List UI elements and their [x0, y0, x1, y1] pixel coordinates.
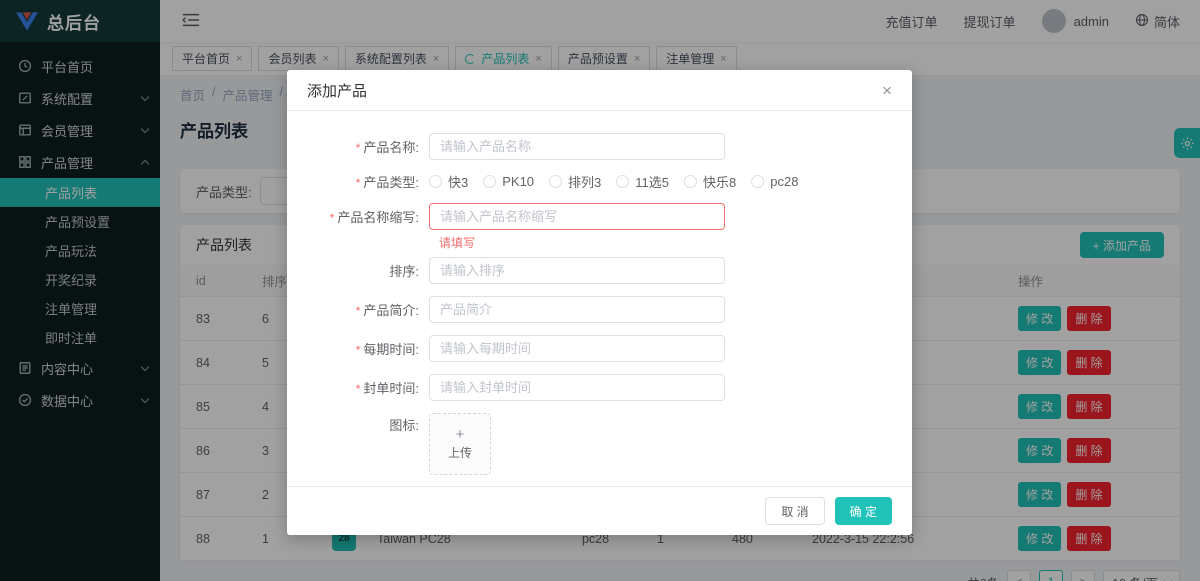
form-row-product-type: *产品类型: 快3 PK10 排列3 11选5 快乐8 pc28: [287, 172, 912, 191]
abbr-error-message: 请填写: [439, 234, 912, 251]
form-row-seal-time: *封单时间:: [287, 374, 912, 401]
required-asterisk: *: [356, 343, 361, 357]
plus-icon: +: [456, 427, 465, 442]
product-type-radio-group: 快3 PK10 排列3 11选5 快乐8 pc28: [429, 172, 813, 191]
confirm-button[interactable]: 确 定: [835, 497, 892, 525]
dialog-header: 添加产品 ×: [287, 70, 912, 111]
sort-input[interactable]: [429, 257, 725, 284]
required-asterisk: *: [356, 141, 361, 155]
icon-label: 图标:: [287, 413, 429, 439]
upload-text: 上传: [448, 444, 472, 461]
icon-upload-button[interactable]: + 上传: [429, 413, 491, 475]
radio-icon: [616, 175, 629, 188]
radio-11xuan5[interactable]: 11选5: [616, 172, 669, 191]
period-time-input[interactable]: [429, 335, 725, 362]
radio-kuai3[interactable]: 快3: [429, 172, 468, 191]
radio-kuaile8[interactable]: 快乐8: [684, 172, 736, 191]
radio-icon: [483, 175, 496, 188]
radio-pailie3[interactable]: 排列3: [549, 172, 601, 191]
form-row-icon-upload: 图标: + 上传: [287, 413, 912, 475]
intro-input[interactable]: [429, 296, 725, 323]
radio-pc28[interactable]: pc28: [751, 174, 798, 189]
form-row-product-name: *产品名称:: [287, 133, 912, 160]
dialog-title: 添加产品: [307, 80, 367, 101]
radio-icon: [429, 175, 442, 188]
form-row-period-time: *每期时间:: [287, 335, 912, 362]
dialog-body: *产品名称: *产品类型: 快3 PK10 排列3 11选5 快乐8 pc28 …: [287, 111, 912, 475]
seal-time-input[interactable]: [429, 374, 725, 401]
product-name-label: *产品名称:: [287, 137, 429, 156]
radio-icon: [684, 175, 697, 188]
seal-time-label: *封单时间:: [287, 378, 429, 397]
app-root: 总后台 平台首页 系统配置 会员管理 产品管理: [0, 0, 1200, 581]
form-row-intro: *产品简介:: [287, 296, 912, 323]
cancel-button[interactable]: 取 消: [765, 497, 824, 525]
product-abbr-input[interactable]: [429, 203, 725, 230]
form-row-product-abbr: *产品名称缩写:: [287, 203, 912, 230]
close-icon[interactable]: ×: [882, 82, 892, 99]
intro-label: *产品简介:: [287, 300, 429, 319]
product-abbr-label: *产品名称缩写:: [287, 207, 429, 226]
required-asterisk: *: [356, 304, 361, 318]
radio-icon: [751, 175, 764, 188]
required-asterisk: *: [330, 211, 335, 225]
product-type-label: *产品类型:: [287, 172, 429, 191]
product-name-input[interactable]: [429, 133, 725, 160]
required-asterisk: *: [356, 382, 361, 396]
form-row-sort: 排序:: [287, 257, 912, 284]
add-product-dialog: 添加产品 × *产品名称: *产品类型: 快3 PK10 排列3 11选5 快乐…: [287, 70, 912, 535]
period-time-label: *每期时间:: [287, 339, 429, 358]
required-asterisk: *: [356, 176, 361, 190]
sort-label: 排序:: [287, 261, 429, 280]
dialog-footer: 取 消 确 定: [287, 486, 912, 535]
radio-pk10[interactable]: PK10: [483, 174, 534, 189]
radio-icon: [549, 175, 562, 188]
